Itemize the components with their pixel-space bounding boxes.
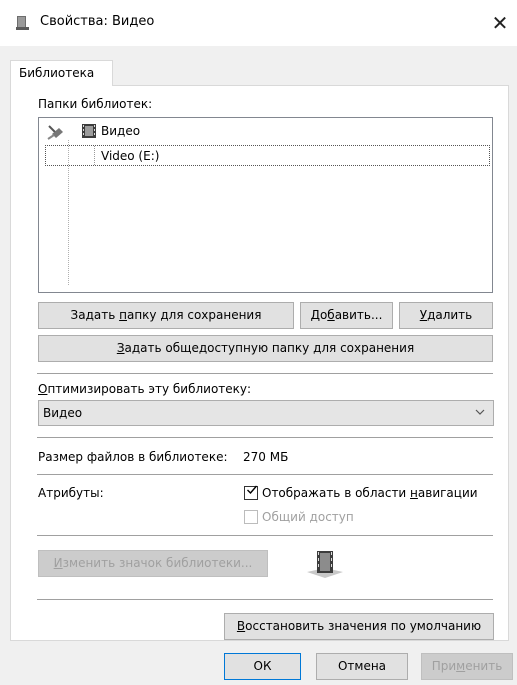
set-save-folder-button[interactable]: Задать папку для сохранения bbox=[38, 302, 294, 329]
restore-label: осстановить значения по умолчанию bbox=[245, 619, 482, 633]
apply-hotkey: м bbox=[456, 659, 466, 673]
remove-hotkey: У bbox=[419, 308, 428, 322]
restore-hotkey: В bbox=[236, 619, 246, 633]
set-save-folder-label-b: апку для сохранения bbox=[126, 308, 262, 322]
chevron-down-icon bbox=[474, 404, 486, 423]
set-save-folder-hotkey: п bbox=[119, 308, 127, 322]
library-preview-icon bbox=[305, 548, 345, 582]
library-folders-list[interactable] bbox=[38, 117, 493, 293]
tree-item-child-label: Video (E:) bbox=[101, 149, 160, 163]
optimize-label: Оптимизировать эту библиотеку: bbox=[38, 382, 251, 396]
add-button[interactable]: Добавить... bbox=[300, 302, 393, 329]
change-library-icon-button: Изменить значок библиотеки... bbox=[38, 550, 268, 577]
window-title: Свойства: Видео bbox=[40, 14, 155, 29]
set-public-hotkey: З bbox=[116, 341, 125, 355]
attributes-label: Атрибуты: bbox=[38, 486, 104, 500]
library-icon bbox=[14, 14, 32, 32]
tab-library[interactable]: Библиотека bbox=[10, 60, 113, 86]
remove-button[interactable]: Удалить bbox=[399, 302, 493, 329]
library-folders-label: Папки библиотек: bbox=[38, 97, 153, 111]
optimize-dropdown[interactable]: Видео bbox=[38, 400, 494, 426]
separator bbox=[37, 373, 493, 374]
checkmark-icon bbox=[246, 484, 258, 501]
change-icon-hotkey: И bbox=[53, 556, 63, 570]
title-bar: Свойства: Видео ✕ bbox=[0, 0, 517, 46]
add-hotkey: б bbox=[327, 308, 335, 322]
apply-label-a: При bbox=[431, 659, 457, 673]
restore-defaults-button[interactable]: Восстановить значения по умолчанию bbox=[224, 613, 494, 640]
broom-icon bbox=[46, 123, 66, 141]
properties-dialog: Свойства: Видео ✕ Библиотека Папки библи… bbox=[0, 0, 517, 685]
show-in-navigation-label[interactable]: Отображать в области навигации bbox=[262, 486, 478, 500]
optimize-label-text: птимизировать эту библиотеку: bbox=[47, 382, 252, 396]
set-public-label: адать общедоступную папку для сохранения bbox=[124, 341, 415, 355]
library-size-value: 270 МБ bbox=[243, 450, 289, 464]
add-label-b: авить... bbox=[334, 308, 383, 322]
show-nav-hotkey: н bbox=[410, 486, 418, 500]
separator bbox=[37, 599, 493, 600]
change-icon-label: зменить значок библиотеки... bbox=[62, 556, 253, 570]
optimize-selected-value: Видео bbox=[43, 406, 83, 420]
show-nav-label-b: авигации bbox=[417, 486, 478, 500]
show-nav-label-a: Отображать в области bbox=[262, 486, 411, 500]
set-save-folder-label-a: Задать bbox=[70, 308, 120, 322]
remove-label: далить bbox=[427, 308, 473, 322]
set-public-save-folder-button[interactable]: Задать общедоступную папку для сохранени… bbox=[38, 335, 493, 362]
video-library-icon bbox=[81, 123, 97, 139]
separator bbox=[37, 474, 493, 475]
tree-indent-line bbox=[94, 146, 95, 165]
shared-label: Общий доступ bbox=[262, 510, 354, 524]
apply-button: Применить bbox=[421, 653, 513, 680]
cancel-button[interactable]: Отмена bbox=[316, 653, 408, 680]
ok-button[interactable]: ОК bbox=[224, 653, 301, 680]
show-in-navigation-checkbox[interactable] bbox=[244, 484, 258, 501]
close-button[interactable]: ✕ bbox=[485, 8, 515, 38]
library-size-label: Размер файлов в библиотеке: bbox=[38, 450, 228, 464]
separator bbox=[37, 437, 493, 438]
shared-checkbox bbox=[244, 510, 258, 524]
apply-label-b: енить bbox=[465, 659, 503, 673]
tree-item-root-label[interactable]: Видео bbox=[101, 124, 140, 138]
add-label-a: До bbox=[310, 308, 328, 322]
separator bbox=[37, 535, 493, 536]
